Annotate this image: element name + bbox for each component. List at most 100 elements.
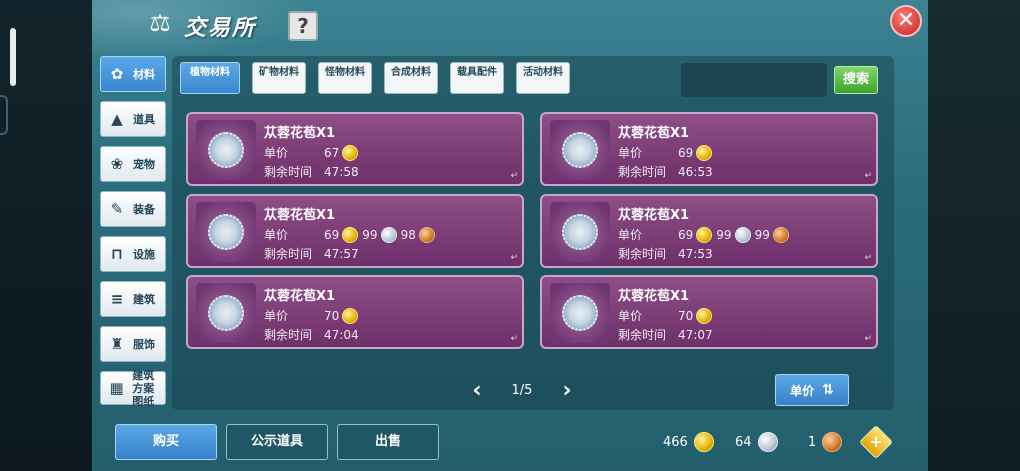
item-thumbnail (196, 283, 256, 343)
edge-tab (0, 95, 8, 135)
header: ⚖ 交易所 ? ✕ (92, 0, 928, 52)
add-currency-button[interactable]: + (859, 425, 893, 459)
listing-card[interactable]: 苁蓉花苞X1 单价 69 99 99 剩余时间 47:53 ↵ (540, 194, 878, 268)
tab-vehicle-parts[interactable]: 载具配件 (450, 62, 504, 94)
remaining-time: 46:53 (678, 164, 713, 179)
gold-amount: 69 (678, 145, 694, 160)
gold-coin-icon (342, 144, 359, 161)
copper-balance-value: 1 (808, 434, 817, 450)
price-label: 单价 (264, 146, 289, 160)
materials-icon: ✿ (110, 65, 124, 83)
category-equipment[interactable]: ✎ 装备 (100, 191, 166, 227)
next-page-icon[interactable]: › (552, 378, 582, 403)
item-name: 苁蓉花苞X1 (618, 289, 690, 304)
gold-amount: 69 (678, 227, 694, 242)
category-list: ✿ 材料 ▲ 道具 ❀ 宠物 ✎ 装备 ⊓ 设施 ≡ 建筑 ♜ 服饰 ▦ 建筑方 (100, 56, 166, 414)
flower-bud-icon (208, 214, 244, 250)
close-button[interactable]: ✕ (890, 5, 922, 37)
remaining-time: 47:57 (324, 246, 359, 261)
listing-card[interactable]: 苁蓉花苞X1 单价 69 99 98 剩余时间 47:57 ↵ (186, 194, 524, 268)
category-facilities[interactable]: ⊓ 设施 (100, 236, 166, 272)
tab-mineral-materials[interactable]: 矿物材料 (252, 62, 306, 94)
paw-icon: ❀ (110, 155, 124, 173)
search-button[interactable]: 搜索 (834, 66, 878, 94)
price-label: 单价 (618, 146, 643, 160)
category-label: 服饰 (133, 338, 155, 351)
time-label: 剩余时间 (264, 165, 313, 179)
time-label: 剩余时间 (264, 328, 313, 342)
gold-coin-icon (693, 432, 714, 452)
price-label: 单价 (264, 228, 289, 242)
category-items[interactable]: ▲ 道具 (100, 101, 166, 137)
category-label: 宠物 (133, 158, 155, 171)
item-thumbnail (550, 120, 610, 180)
item-thumbnail (550, 283, 610, 343)
category-label: 建筑方案图纸 (132, 368, 155, 408)
listing-card[interactable]: 苁蓉花苞X1 单价 70 剩余时间 47:04 ↵ (186, 275, 524, 349)
silver-amount: 99 (362, 227, 378, 242)
item-name: 苁蓉花苞X1 (264, 208, 336, 223)
corner-mark-icon: ↵ (510, 253, 518, 263)
corner-mark-icon: ↵ (864, 253, 872, 263)
time-row: 剩余时间 47:07 (618, 326, 713, 343)
corner-mark-icon: ↵ (510, 334, 518, 344)
corner-mark-icon: ↵ (864, 171, 872, 181)
copper-coin-icon (418, 226, 435, 243)
search-input[interactable] (681, 63, 827, 97)
remaining-time: 47:53 (678, 246, 713, 261)
flower-bud-icon (562, 214, 598, 250)
category-pets[interactable]: ❀ 宠物 (100, 146, 166, 182)
time-row: 剩余时间 46:53 (618, 163, 713, 180)
tab-monster-materials[interactable]: 怪物材料 (318, 62, 372, 94)
gold-amount: 70 (678, 308, 694, 323)
silver-coin-icon (380, 226, 397, 243)
sort-unit-price-button[interactable]: 单价 ⇅ (775, 374, 849, 406)
copper-amount: 98 (400, 227, 416, 242)
help-button[interactable]: ? (288, 11, 318, 41)
plus-icon: + (869, 432, 883, 451)
remaining-time: 47:58 (324, 164, 359, 179)
category-clothing[interactable]: ♜ 服饰 (100, 326, 166, 362)
price-row: 单价 69 99 98 (264, 226, 439, 243)
sell-button[interactable]: 出售 (337, 424, 439, 460)
flower-bud-icon (562, 132, 598, 168)
category-blueprints[interactable]: ▦ 建筑方案图纸 (100, 368, 166, 408)
gold-balance-value: 466 (663, 434, 688, 450)
time-row: 剩余时间 47:57 (264, 245, 359, 262)
category-buildings[interactable]: ≡ 建筑 (100, 281, 166, 317)
price-label: 单价 (264, 309, 289, 323)
public-items-button[interactable]: 公示道具 (226, 424, 328, 460)
page-indicator: 1/5 (511, 383, 533, 398)
item-thumbnail (196, 202, 256, 262)
price-label: 单价 (618, 309, 643, 323)
silver-coin-icon (757, 432, 778, 452)
price-row: 单价 70 (264, 307, 362, 324)
price-label: 单价 (618, 228, 643, 242)
prev-page-icon[interactable]: ‹ (462, 378, 492, 403)
item-icon: ▲ (111, 110, 123, 128)
gold-amount: 69 (324, 227, 340, 242)
tab-plant-materials[interactable]: 植物材料 (180, 62, 240, 94)
listing-card[interactable]: 苁蓉花苞X1 单价 69 剩余时间 46:53 ↵ (540, 112, 878, 186)
price-row: 单价 70 (618, 307, 716, 324)
exchange-panel: ⚖ 交易所 ? ✕ ✿ 材料 ▲ 道具 ❀ 宠物 ✎ 装备 ⊓ 设施 ≡ 建筑 (92, 0, 928, 471)
buy-button[interactable]: 购买 (115, 424, 217, 460)
tab-crafted-materials[interactable]: 合成材料 (384, 62, 438, 94)
time-label: 剩余时间 (618, 328, 667, 342)
copper-amount: 99 (754, 227, 770, 242)
copper-coin-icon (772, 226, 789, 243)
screen-notch (10, 28, 16, 86)
price-row: 单价 67 (264, 144, 362, 161)
listing-card[interactable]: 苁蓉花苞X1 单价 70 剩余时间 47:07 ↵ (540, 275, 878, 349)
left-background (0, 0, 92, 471)
flower-bud-icon (208, 295, 244, 331)
time-row: 剩余时间 47:58 (264, 163, 359, 180)
category-materials[interactable]: ✿ 材料 (100, 56, 166, 92)
listing-card[interactable]: 苁蓉花苞X1 单价 67 剩余时间 47:58 ↵ (186, 112, 524, 186)
category-label: 装备 (133, 203, 155, 216)
pager: ‹ 1/5 › (462, 378, 582, 403)
remaining-time: 47:07 (678, 327, 713, 342)
sort-label: 单价 (790, 383, 815, 398)
tab-event-materials[interactable]: 活动材料 (516, 62, 570, 94)
right-background (928, 0, 1020, 471)
